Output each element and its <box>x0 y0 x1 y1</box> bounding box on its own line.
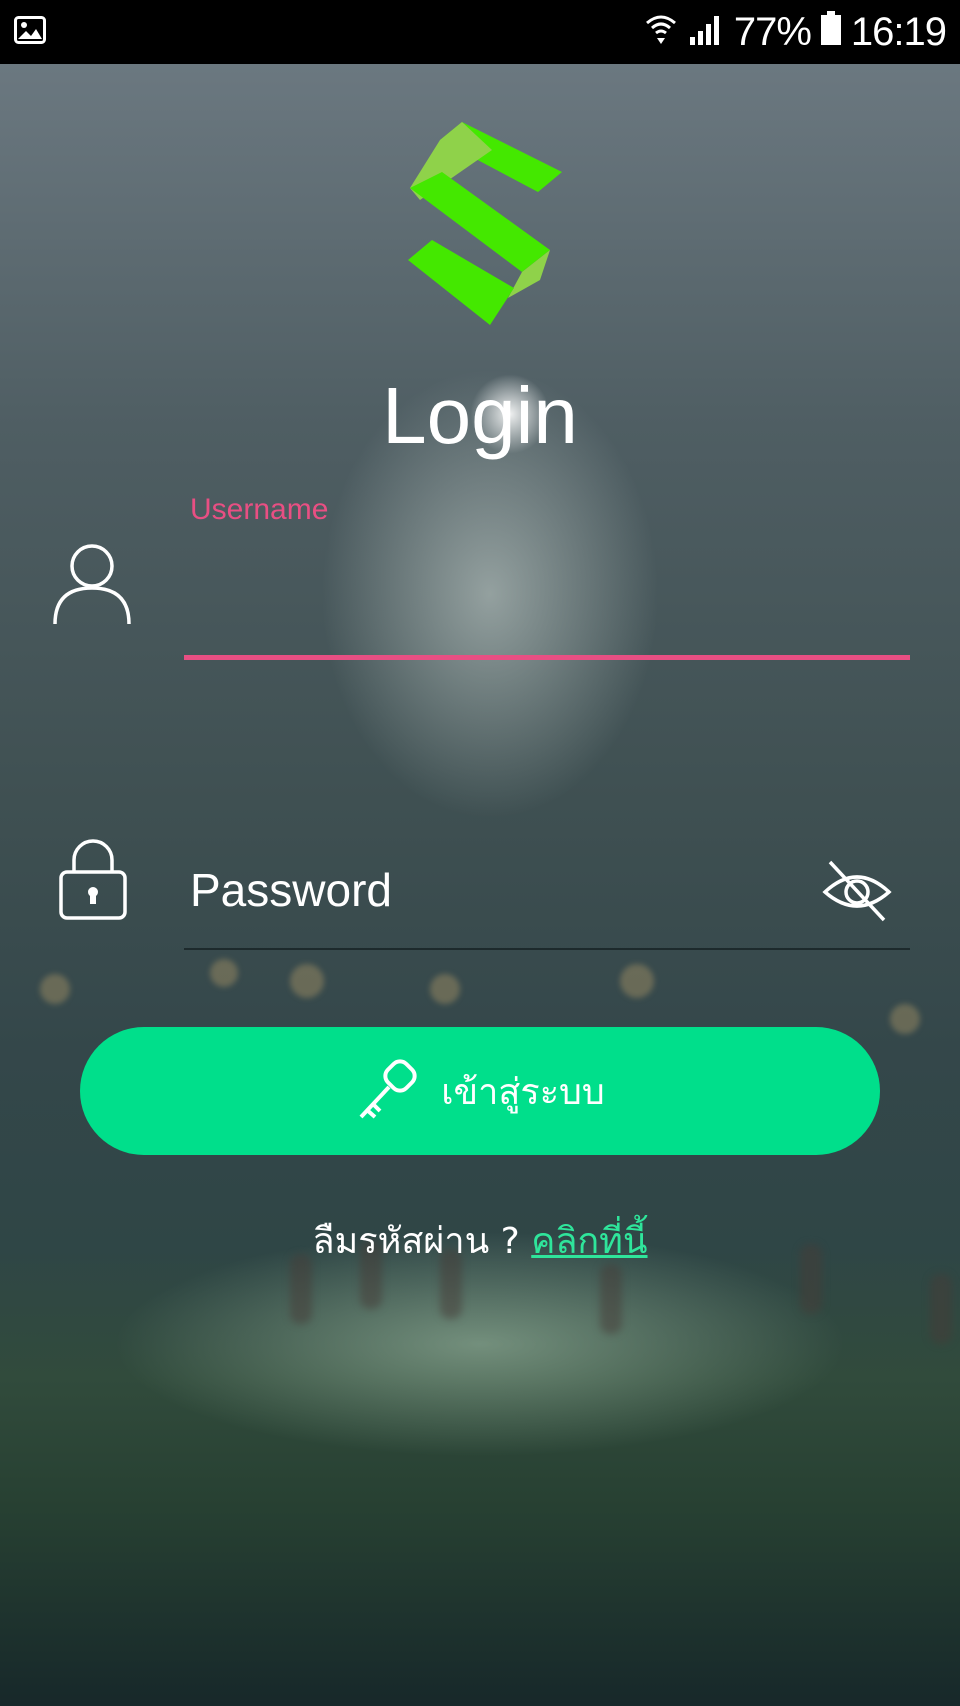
status-bar: 77% 16:19 <box>0 0 960 64</box>
status-bar-left <box>0 16 46 48</box>
lock-icon <box>58 838 128 924</box>
wifi-icon <box>644 10 678 55</box>
bokeh-light <box>890 1004 920 1034</box>
password-underline <box>184 948 910 950</box>
username-input[interactable] <box>186 530 910 652</box>
signal-icon <box>688 10 724 55</box>
bokeh-light <box>620 964 654 998</box>
bokeh-light <box>210 959 238 987</box>
password-input[interactable] <box>190 860 790 920</box>
eye-off-icon[interactable] <box>822 858 892 928</box>
forgot-password-text: ลืมรหัสผ่าน ? <box>312 1221 520 1262</box>
battery-percent: 77% <box>733 9 812 54</box>
page-title: Login <box>382 371 578 460</box>
forgot-password-row: ลืมรหัสผ่าน ? คลิกที่นี้ <box>0 1212 960 1269</box>
clock: 16:19 <box>850 9 947 54</box>
app-logo <box>390 110 570 334</box>
battery-icon <box>820 10 841 55</box>
bokeh-light <box>290 964 324 998</box>
bokeh-light <box>40 974 70 1004</box>
blurred-player <box>930 1274 952 1344</box>
image-icon <box>14 16 46 48</box>
user-icon <box>52 542 132 630</box>
forgot-password-link[interactable]: คลิกที่นี้ <box>531 1221 647 1262</box>
username-label: Username <box>190 493 329 526</box>
login-button[interactable]: เข้าสู่ระบบ <box>80 1027 880 1155</box>
username-underline <box>184 655 910 660</box>
bokeh-light <box>430 974 460 1004</box>
key-icon <box>355 1057 419 1126</box>
status-bar-right: 77% 16:19 <box>644 10 960 55</box>
login-button-label: เข้าสู่ระบบ <box>441 1071 605 1113</box>
blurred-player <box>600 1264 622 1334</box>
